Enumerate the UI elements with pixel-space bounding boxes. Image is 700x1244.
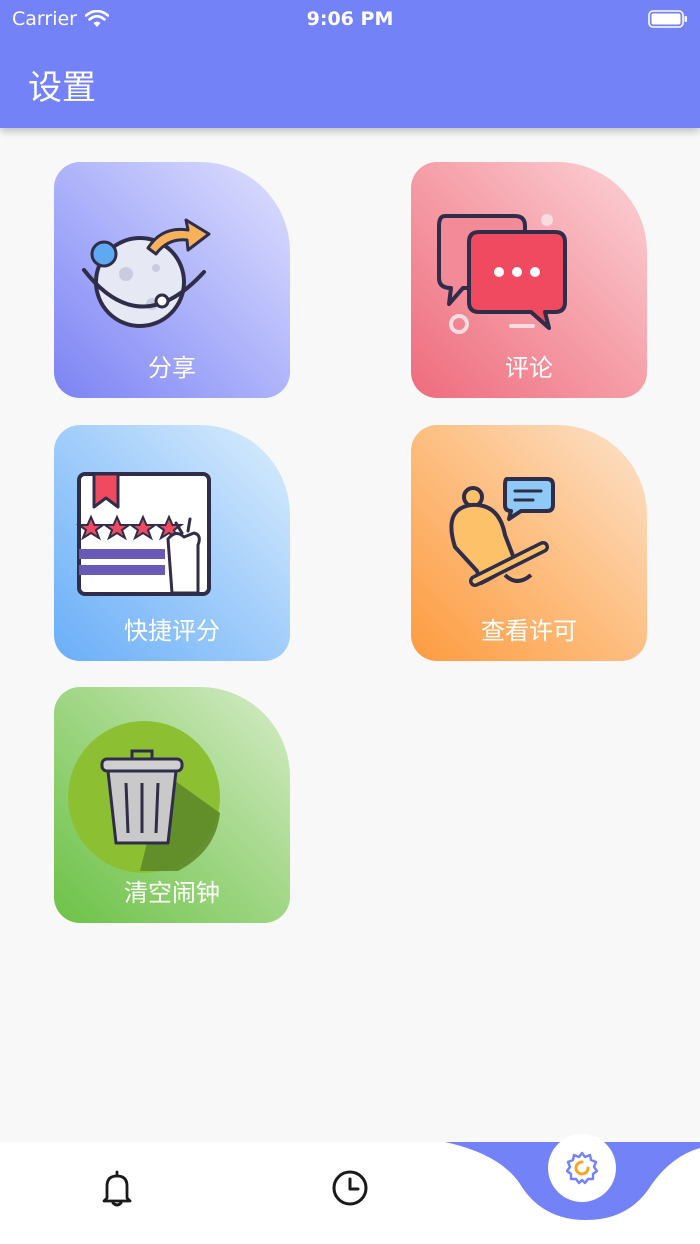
settings-gear-icon [565, 1151, 599, 1185]
permissions-card[interactable]: 查看许可 [411, 425, 647, 661]
permissions-label: 查看许可 [481, 617, 577, 645]
app-header: Carrier 9:06 PM 设置 [0, 0, 700, 128]
review-card[interactable]: 评论 [411, 162, 647, 398]
tab-clock[interactable] [324, 1162, 376, 1214]
bell-icon [102, 1170, 132, 1207]
tab-settings[interactable] [548, 1134, 616, 1202]
share-card[interactable]: 分享 [54, 162, 290, 398]
star-rating-icon [76, 472, 211, 596]
clear-alarms-card[interactable]: 清空闹钟 [54, 687, 290, 923]
tab-bar [0, 1134, 700, 1244]
page-title: 设置 [28, 68, 96, 108]
planet-share-icon [82, 218, 211, 328]
trash-can-icon [68, 721, 220, 873]
review-label: 评论 [505, 354, 553, 382]
chat-bubbles-icon [437, 214, 567, 334]
clock-icon [332, 1170, 368, 1206]
share-label: 分享 [148, 354, 196, 382]
status-bar: Carrier 9:06 PM [0, 6, 700, 32]
rate-label: 快捷评分 [124, 617, 220, 645]
status-time: 9:06 PM [306, 8, 394, 30]
clear-alarms-label: 清空闹钟 [124, 879, 220, 907]
bell-notification-icon [449, 477, 555, 587]
rate-card[interactable]: 快捷评分 [54, 425, 290, 661]
battery-icon [648, 10, 687, 28]
tab-alarms[interactable] [91, 1162, 143, 1214]
